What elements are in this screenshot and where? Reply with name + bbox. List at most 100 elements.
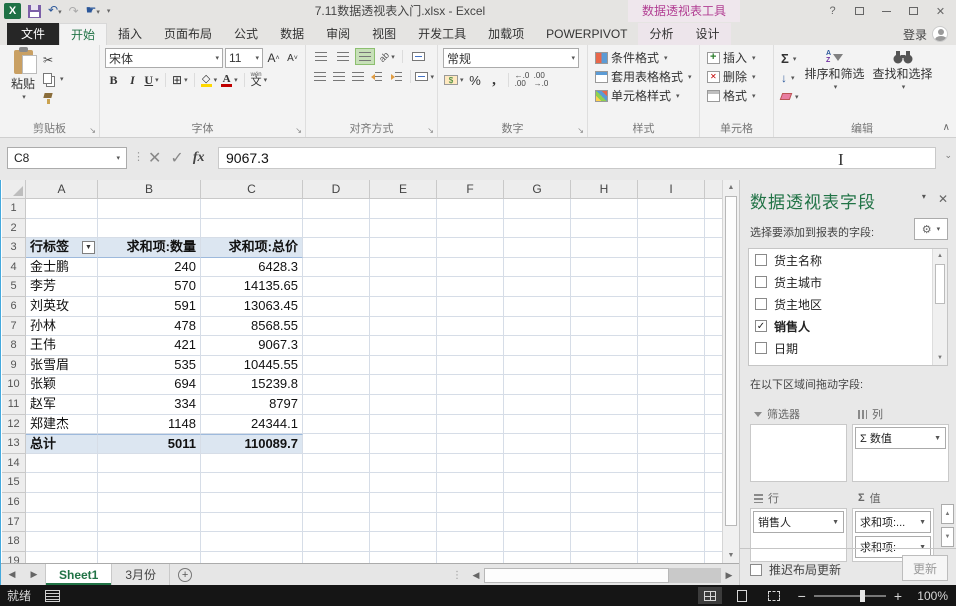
cell-H5[interactable] bbox=[571, 277, 638, 297]
cell-D1[interactable] bbox=[303, 199, 370, 219]
cell-D17[interactable] bbox=[303, 513, 370, 533]
increase-indent-button[interactable] bbox=[388, 68, 405, 85]
cell-C7[interactable]: 8568.55 bbox=[201, 317, 303, 337]
cell-E14[interactable] bbox=[370, 454, 437, 474]
cell-H8[interactable] bbox=[571, 336, 638, 356]
cell-F4[interactable] bbox=[437, 258, 504, 278]
cell-I15[interactable] bbox=[638, 473, 705, 493]
columns-area-box[interactable]: Σ 数值▼ bbox=[852, 424, 949, 482]
cell-H4[interactable] bbox=[571, 258, 638, 278]
cell-B16[interactable] bbox=[98, 493, 201, 513]
tools-button[interactable]: ⚙▾ bbox=[914, 218, 948, 240]
align-top-button[interactable] bbox=[311, 48, 331, 65]
page-break-view-button[interactable] bbox=[762, 587, 786, 604]
values-area-box-item-0[interactable]: 求和项:...▼ bbox=[855, 511, 931, 533]
field-checkbox-货主名称[interactable] bbox=[755, 254, 767, 266]
cell-E8[interactable] bbox=[370, 336, 437, 356]
cell-G16[interactable] bbox=[504, 493, 571, 513]
cell-D9[interactable] bbox=[303, 356, 370, 376]
cell-E1[interactable] bbox=[370, 199, 437, 219]
tab-开发工具[interactable]: 开发工具 bbox=[407, 23, 477, 45]
cell-F12[interactable] bbox=[437, 415, 504, 435]
cell-G18[interactable] bbox=[504, 532, 571, 552]
cell-I17[interactable] bbox=[638, 513, 705, 533]
cell-G12[interactable] bbox=[504, 415, 571, 435]
field-item-销售人[interactable]: ✓销售人 bbox=[749, 315, 947, 337]
accounting-format-button[interactable]: $▾ bbox=[443, 71, 465, 89]
cell-E6[interactable] bbox=[370, 297, 437, 317]
cell-D5[interactable] bbox=[303, 277, 370, 297]
cell-H3[interactable] bbox=[571, 238, 638, 258]
insert-function-icon[interactable]: fx bbox=[193, 150, 205, 166]
cell-G5[interactable] bbox=[504, 277, 571, 297]
cell-F2[interactable] bbox=[437, 219, 504, 239]
cell-A2[interactable] bbox=[26, 219, 98, 239]
zoom-slider[interactable] bbox=[814, 595, 886, 597]
cell-E9[interactable] bbox=[370, 356, 437, 376]
ribbon-options-button[interactable] bbox=[846, 0, 873, 22]
field-list-scrollbar[interactable]: ▲ ▼ bbox=[932, 249, 947, 365]
cell-I6[interactable] bbox=[638, 297, 705, 317]
cell-F17[interactable] bbox=[437, 513, 504, 533]
tab-加载项[interactable]: 加载项 bbox=[477, 23, 535, 45]
cell-B17[interactable] bbox=[98, 513, 201, 533]
row-header-11[interactable]: 11 bbox=[2, 395, 26, 415]
cell-B14[interactable] bbox=[98, 454, 201, 474]
cell-C2[interactable] bbox=[201, 219, 303, 239]
cell-I4[interactable] bbox=[638, 258, 705, 278]
redo-icon[interactable]: ↷ bbox=[69, 3, 79, 19]
cell-I1[interactable] bbox=[638, 199, 705, 219]
cell-B18[interactable] bbox=[98, 532, 201, 552]
field-scrollbar-thumb[interactable] bbox=[935, 264, 945, 304]
cell-I3[interactable] bbox=[638, 238, 705, 258]
cell-B8[interactable]: 421 bbox=[98, 336, 201, 356]
filters-area-box[interactable] bbox=[750, 424, 847, 482]
cell-E15[interactable] bbox=[370, 473, 437, 493]
increase-decimal-button[interactable]: ←.0.00 bbox=[514, 71, 531, 89]
cell-D4[interactable] bbox=[303, 258, 370, 278]
underline-button[interactable]: U▾ bbox=[143, 71, 160, 89]
cell-F13[interactable] bbox=[437, 434, 504, 454]
row-header-10[interactable]: 10 bbox=[2, 375, 26, 395]
cell-A3[interactable]: 行标签▼ bbox=[26, 238, 98, 258]
next-sheet-icon[interactable]: ▶ bbox=[23, 564, 45, 585]
cell-C15[interactable] bbox=[201, 473, 303, 493]
column-header-C[interactable]: C bbox=[201, 180, 303, 199]
pane-close-icon[interactable]: ✕ bbox=[938, 192, 948, 206]
cell-C16[interactable] bbox=[201, 493, 303, 513]
cell-D16[interactable] bbox=[303, 493, 370, 513]
cell-E17[interactable] bbox=[370, 513, 437, 533]
pane-options-icon[interactable]: ▾ bbox=[922, 192, 926, 206]
cell-A7[interactable]: 孙林 bbox=[26, 317, 98, 337]
field-item-货主名称[interactable]: 货主名称 bbox=[749, 249, 947, 271]
help-button[interactable]: ? bbox=[819, 0, 846, 22]
column-header-F[interactable]: F bbox=[437, 180, 504, 199]
cell-F10[interactable] bbox=[437, 375, 504, 395]
defer-layout-toggle[interactable]: 推迟布局更新 bbox=[750, 561, 841, 578]
row-header-17[interactable]: 17 bbox=[2, 513, 26, 533]
cell-A12[interactable]: 郑建杰 bbox=[26, 415, 98, 435]
cell-F3[interactable] bbox=[437, 238, 504, 258]
cell-F1[interactable] bbox=[437, 199, 504, 219]
paste-button[interactable]: 粘贴 ▾ bbox=[5, 48, 41, 106]
customize-qat-icon[interactable]: ▾ bbox=[107, 7, 111, 15]
font-color-button[interactable]: A▾ bbox=[220, 71, 239, 89]
align-center-button[interactable] bbox=[330, 68, 347, 85]
zoom-out-icon[interactable]: − bbox=[798, 589, 806, 603]
dropdown-arrow-icon[interactable]: ▼ bbox=[919, 519, 926, 526]
cut-button[interactable]: ✂ bbox=[41, 51, 66, 68]
row-header-1[interactable]: 1 bbox=[2, 199, 26, 219]
cell-A14[interactable] bbox=[26, 454, 98, 474]
cell-B3[interactable]: 求和项:数量 bbox=[98, 238, 201, 258]
tab-split-handle[interactable]: ⋮ bbox=[452, 570, 462, 581]
cell-E16[interactable] bbox=[370, 493, 437, 513]
cell-B19[interactable] bbox=[98, 552, 201, 563]
expand-formula-bar-icon[interactable]: ⌄ bbox=[944, 150, 952, 161]
field-checkbox-日期[interactable] bbox=[755, 342, 767, 354]
vertical-scrollbar[interactable]: ▲ ▼ bbox=[722, 180, 739, 563]
horizontal-scrollbar[interactable]: ⋮ ◀ ▶ bbox=[452, 567, 737, 584]
cell-I14[interactable] bbox=[638, 454, 705, 474]
cell-E7[interactable] bbox=[370, 317, 437, 337]
cell-F9[interactable] bbox=[437, 356, 504, 376]
font-dialog-launcher-icon[interactable]: ↘ bbox=[295, 126, 302, 135]
